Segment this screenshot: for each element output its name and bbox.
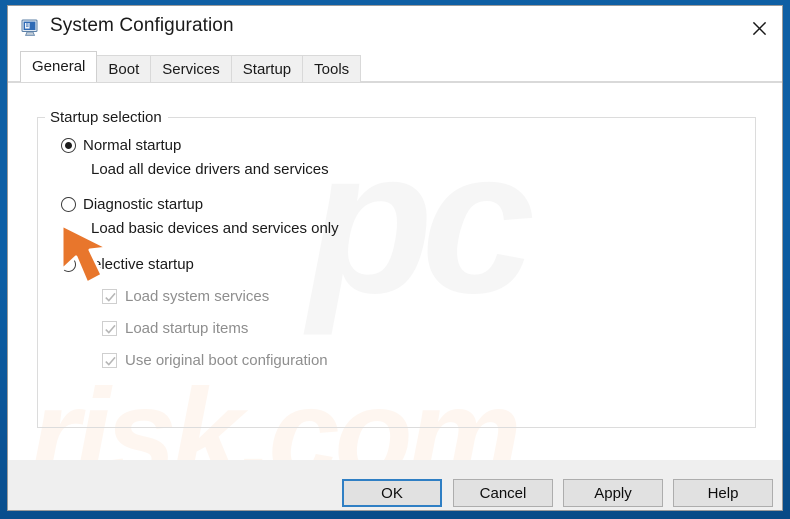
checkbox-load-system-services-box [102, 289, 117, 304]
checkbox-load-startup-items-box [102, 321, 117, 336]
checkbox-load-system-services-label: Load system services [125, 288, 270, 305]
radio-diagnostic-startup[interactable]: Diagnostic startup [61, 196, 203, 213]
tab-list: General Boot Services Startup Tools [20, 51, 362, 82]
tab-strip: General Boot Services Startup Tools [8, 51, 782, 82]
general-tab-panel: pc risk.com Startup selection Normal sta… [8, 82, 782, 461]
close-icon[interactable] [736, 6, 782, 50]
radio-diagnostic-startup-description: Load basic devices and services only [91, 220, 339, 237]
checkbox-use-original-boot-configuration[interactable]: Use original boot configuration [102, 352, 328, 369]
startup-selection-legend: Startup selection [45, 109, 168, 126]
radio-normal-startup-indicator [61, 138, 76, 153]
radio-selective-startup[interactable]: Selective startup [61, 256, 194, 273]
tab-tools[interactable]: Tools [302, 55, 362, 82]
help-button[interactable]: Help [673, 479, 773, 507]
tab-services[interactable]: Services [150, 55, 232, 82]
radio-selective-startup-indicator [61, 257, 76, 272]
checkbox-use-original-boot-configuration-label: Use original boot configuration [125, 352, 328, 369]
tab-startup[interactable]: Startup [230, 55, 304, 82]
radio-diagnostic-startup-indicator [61, 197, 76, 212]
radio-diagnostic-startup-label: Diagnostic startup [83, 196, 204, 213]
radio-normal-startup-description: Load all device drivers and services [91, 161, 329, 178]
tab-boot[interactable]: Boot [96, 55, 152, 82]
page-title: System Configuration [50, 15, 234, 36]
title-bar: System Configuration [8, 6, 782, 52]
system-configuration-dialog: System Configuration General Boot Servic… [8, 6, 782, 510]
checkbox-load-system-services[interactable]: Load system services [102, 288, 269, 305]
checkbox-load-startup-items[interactable]: Load startup items [102, 320, 248, 337]
radio-normal-startup-label: Normal startup [83, 137, 182, 154]
checkbox-use-original-boot-configuration-box [102, 353, 117, 368]
dialog-footer: OK Cancel Apply Help [8, 460, 782, 510]
screenshot-root: System Configuration General Boot Servic… [0, 0, 790, 519]
radio-selective-startup-label: Selective startup [83, 256, 194, 273]
apply-button[interactable]: Apply [563, 479, 663, 507]
tab-general[interactable]: General [20, 51, 98, 82]
cancel-button[interactable]: Cancel [453, 479, 553, 507]
computer-monitor-icon [21, 19, 41, 37]
checkbox-load-startup-items-label: Load startup items [125, 320, 249, 337]
radio-normal-startup[interactable]: Normal startup [61, 137, 181, 154]
ok-button[interactable]: OK [342, 479, 442, 507]
